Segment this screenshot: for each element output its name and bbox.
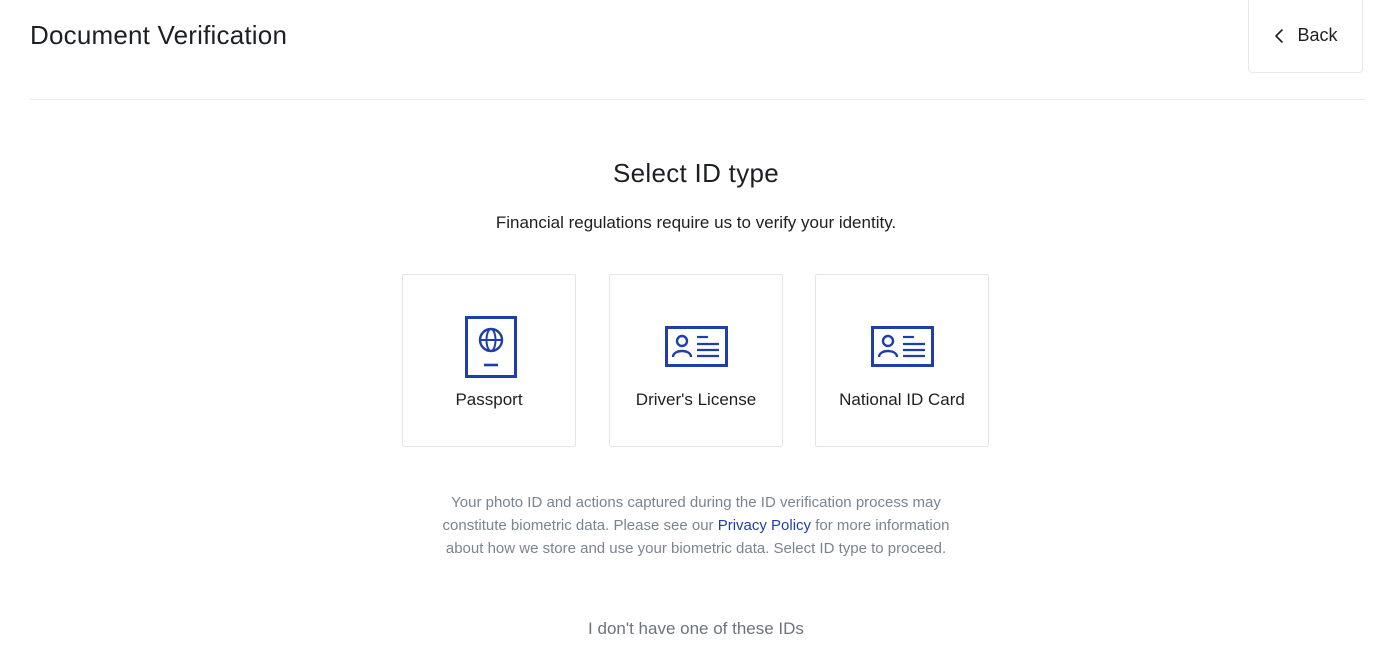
page-title: Document Verification <box>30 20 288 50</box>
chevron-left-icon <box>1275 28 1284 43</box>
no-id-link[interactable]: I don't have one of these IDs <box>0 619 1392 639</box>
privacy-policy-link[interactable]: Privacy Policy <box>718 517 811 534</box>
id-card-icon <box>871 326 934 367</box>
id-type-card-drivers-license[interactable]: Driver's License <box>609 274 783 447</box>
id-type-card-passport[interactable]: Passport <box>402 274 576 447</box>
section-heading: Select ID type <box>612 158 780 188</box>
passport-icon <box>465 316 517 378</box>
id-type-label: Passport <box>455 390 523 409</box>
header: Document Verification Back <box>0 0 1400 100</box>
section-subheading: Financial regulations require us to veri… <box>495 213 897 232</box>
header-divider <box>30 99 1365 100</box>
back-button-label: Back <box>1297 25 1338 45</box>
id-type-card-national-id[interactable]: National ID Card <box>815 274 989 447</box>
id-type-label: National ID Card <box>839 390 965 409</box>
biometric-disclaimer: Your photo ID and actions captured durin… <box>440 491 952 560</box>
back-button[interactable]: Back <box>1248 0 1363 73</box>
id-type-label: Driver's License <box>635 390 757 409</box>
id-card-icon <box>665 326 728 367</box>
